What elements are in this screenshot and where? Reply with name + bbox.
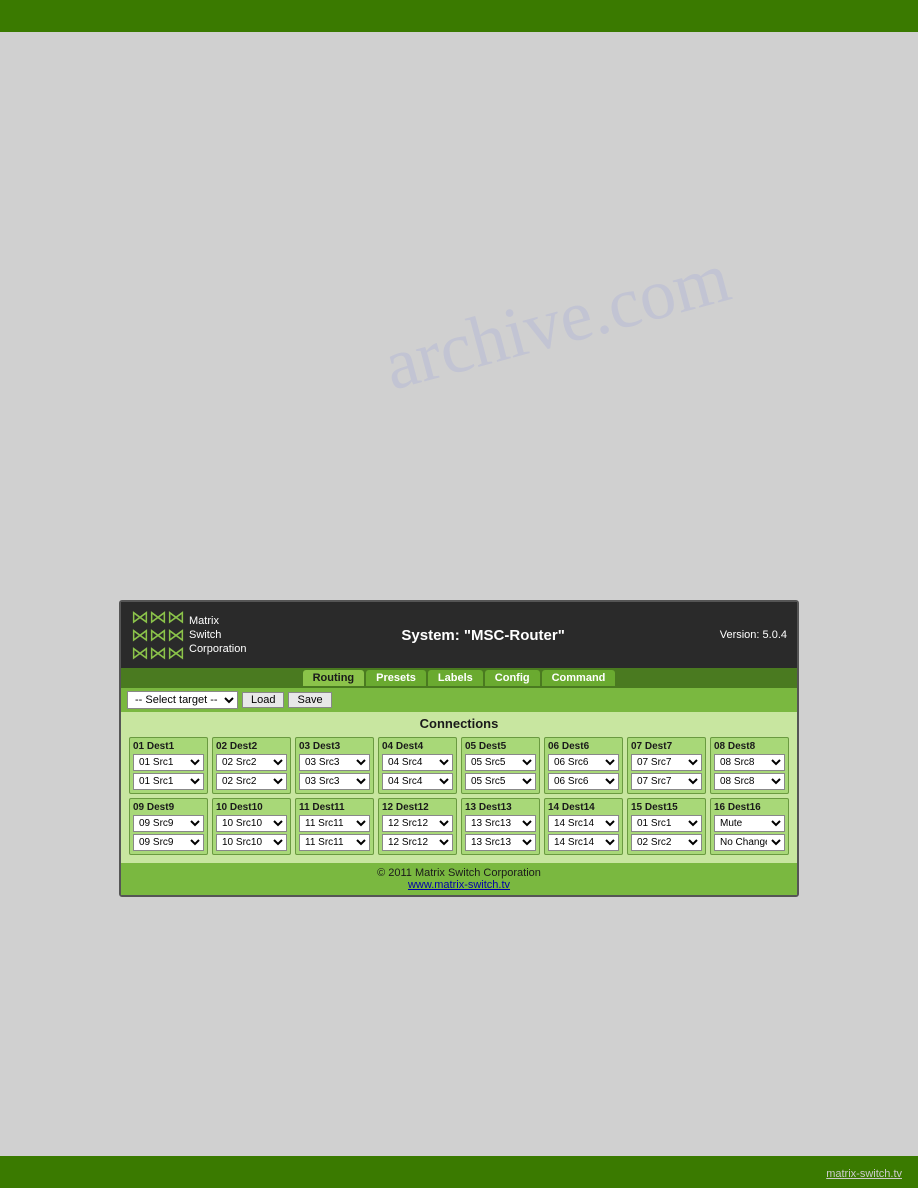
connections-area: Connections 01 Dest1 01 Src1 01 Src1 02 Des… [121, 712, 797, 863]
src-select-1[interactable]: 05 Src5 [465, 754, 536, 771]
tab-labels[interactable]: Labels [428, 670, 483, 686]
tab-routing[interactable]: Routing [303, 670, 365, 686]
top-bar [0, 0, 918, 32]
dest-cell-5: 05 Dest5 05 Src5 05 Src5 [461, 737, 540, 794]
dest-label: 08 Dest8 [714, 741, 785, 752]
dest-cell-4: 12 Dest12 12 Src12 12 Src12 [378, 798, 457, 855]
dest-cell-7: 15 Dest15 01 Src1 02 Src2 [627, 798, 706, 855]
dest-label: 15 Dest15 [631, 802, 702, 813]
dest-cell-1: 01 Dest1 01 Src1 01 Src1 [129, 737, 208, 794]
dest-label: 05 Dest5 [465, 741, 536, 752]
header-version: Version: 5.0.4 [720, 629, 787, 641]
ui-header: ⋈⋈⋈⋈⋈⋈⋈⋈⋈ Matrix Switch Corporation Syst… [121, 602, 797, 668]
dest-label: 14 Dest14 [548, 802, 619, 813]
bottom-bar: matrix-switch.tv [0, 1156, 918, 1188]
nav-bar: Routing Presets Labels Config Command [121, 668, 797, 688]
dest-label: 04 Dest4 [382, 741, 453, 752]
dest-cell-7: 07 Dest7 07 Src7 07 Src7 [627, 737, 706, 794]
watermark: archive.com [375, 236, 738, 408]
src-select-1[interactable]: 14 Src14 [548, 815, 619, 832]
src-select-2[interactable]: 07 Src7 [631, 773, 702, 790]
tab-command[interactable]: Command [542, 670, 616, 686]
load-button[interactable]: Load [242, 692, 284, 708]
connections-title: Connections [129, 716, 789, 731]
src-select-1[interactable]: 07 Src7 [631, 754, 702, 771]
dest-label: 16 Dest16 [714, 802, 785, 813]
dest-label: 10 Dest10 [216, 802, 287, 813]
src-select-2[interactable]: 01 Src1 [133, 773, 204, 790]
connections-row2: 09 Dest909 Src909 Src910 Dest1010 Src101… [129, 798, 789, 855]
src-select-2[interactable]: No Change [714, 834, 785, 851]
connections-row1: 01 Dest101 Src101 Src102 Dest202 Src202 … [129, 737, 789, 794]
src-select-2[interactable]: 09 Src9 [133, 834, 204, 851]
dest-cell-2: 02 Dest2 02 Src2 02 Src2 [212, 737, 291, 794]
tab-config[interactable]: Config [485, 670, 540, 686]
target-select[interactable]: -- Select target -- [127, 691, 238, 709]
src-select-1[interactable]: 02 Src2 [216, 754, 287, 771]
src-select-2[interactable]: 06 Src6 [548, 773, 619, 790]
ui-footer: © 2011 Matrix Switch Corporation www.mat… [121, 863, 797, 895]
logo-icon: ⋈⋈⋈⋈⋈⋈⋈⋈⋈ [131, 608, 185, 662]
src-select-1[interactable]: 04 Src4 [382, 754, 453, 771]
src-select-1[interactable]: 10 Src10 [216, 815, 287, 832]
dest-cell-8: 16 Dest16 Mute No Change [710, 798, 789, 855]
dest-label: 03 Dest3 [299, 741, 370, 752]
dest-cell-3: 11 Dest11 11 Src11 11 Src11 [295, 798, 374, 855]
controls-bar: -- Select target -- Load Save [121, 688, 797, 712]
dest-label: 12 Dest12 [382, 802, 453, 813]
src-select-2[interactable]: 12 Src12 [382, 834, 453, 851]
logo-text: Matrix Switch Corporation [189, 614, 246, 657]
dest-label: 06 Dest6 [548, 741, 619, 752]
dest-cell-2: 10 Dest10 10 Src10 10 Src10 [212, 798, 291, 855]
src-select-1[interactable]: 08 Src8 [714, 754, 785, 771]
dest-cell-4: 04 Dest4 04 Src4 04 Src4 [378, 737, 457, 794]
src-select-2[interactable]: 11 Src11 [299, 834, 370, 851]
src-select-1[interactable]: Mute [714, 815, 785, 832]
dest-label: 11 Dest11 [299, 802, 370, 813]
src-select-2[interactable]: 04 Src4 [382, 773, 453, 790]
footer-link[interactable]: www.matrix-switch.tv [408, 879, 510, 891]
dest-cell-8: 08 Dest8 08 Src8 08 Src8 [710, 737, 789, 794]
src-select-2[interactable]: 03 Src3 [299, 773, 370, 790]
src-select-2[interactable]: 13 Src13 [465, 834, 536, 851]
src-select-1[interactable]: 01 Src1 [631, 815, 702, 832]
dest-label: 13 Dest13 [465, 802, 536, 813]
dest-label: 07 Dest7 [631, 741, 702, 752]
src-select-1[interactable]: 13 Src13 [465, 815, 536, 832]
dest-cell-3: 03 Dest3 03 Src3 03 Src3 [295, 737, 374, 794]
dest-cell-1: 09 Dest9 09 Src9 09 Src9 [129, 798, 208, 855]
src-select-2[interactable]: 02 Src2 [216, 773, 287, 790]
src-select-1[interactable]: 11 Src11 [299, 815, 370, 832]
main-ui: ⋈⋈⋈⋈⋈⋈⋈⋈⋈ Matrix Switch Corporation Syst… [119, 600, 799, 897]
src-select-2[interactable]: 08 Src8 [714, 773, 785, 790]
footer-copyright: © 2011 Matrix Switch Corporation [125, 867, 793, 879]
dest-label: 09 Dest9 [133, 802, 204, 813]
dest-cell-6: 14 Dest14 14 Src14 14 Src14 [544, 798, 623, 855]
tab-presets[interactable]: Presets [366, 670, 426, 686]
dest-label: 01 Dest1 [133, 741, 204, 752]
src-select-1[interactable]: 01 Src1 [133, 754, 204, 771]
dest-label: 02 Dest2 [216, 741, 287, 752]
src-select-2[interactable]: 14 Src14 [548, 834, 619, 851]
src-select-2[interactable]: 10 Src10 [216, 834, 287, 851]
save-button[interactable]: Save [288, 692, 331, 708]
src-select-1[interactable]: 12 Src12 [382, 815, 453, 832]
src-select-2[interactable]: 02 Src2 [631, 834, 702, 851]
src-select-1[interactable]: 06 Src6 [548, 754, 619, 771]
src-select-1[interactable]: 03 Src3 [299, 754, 370, 771]
dest-cell-6: 06 Dest6 06 Src6 06 Src6 [544, 737, 623, 794]
src-select-1[interactable]: 09 Src9 [133, 815, 204, 832]
src-select-2[interactable]: 05 Src5 [465, 773, 536, 790]
logo-area: ⋈⋈⋈⋈⋈⋈⋈⋈⋈ Matrix Switch Corporation [131, 608, 246, 662]
header-title: System: "MSC-Router" [246, 627, 719, 644]
bottom-bar-link: matrix-switch.tv [826, 1168, 902, 1180]
dest-cell-5: 13 Dest13 13 Src13 13 Src13 [461, 798, 540, 855]
